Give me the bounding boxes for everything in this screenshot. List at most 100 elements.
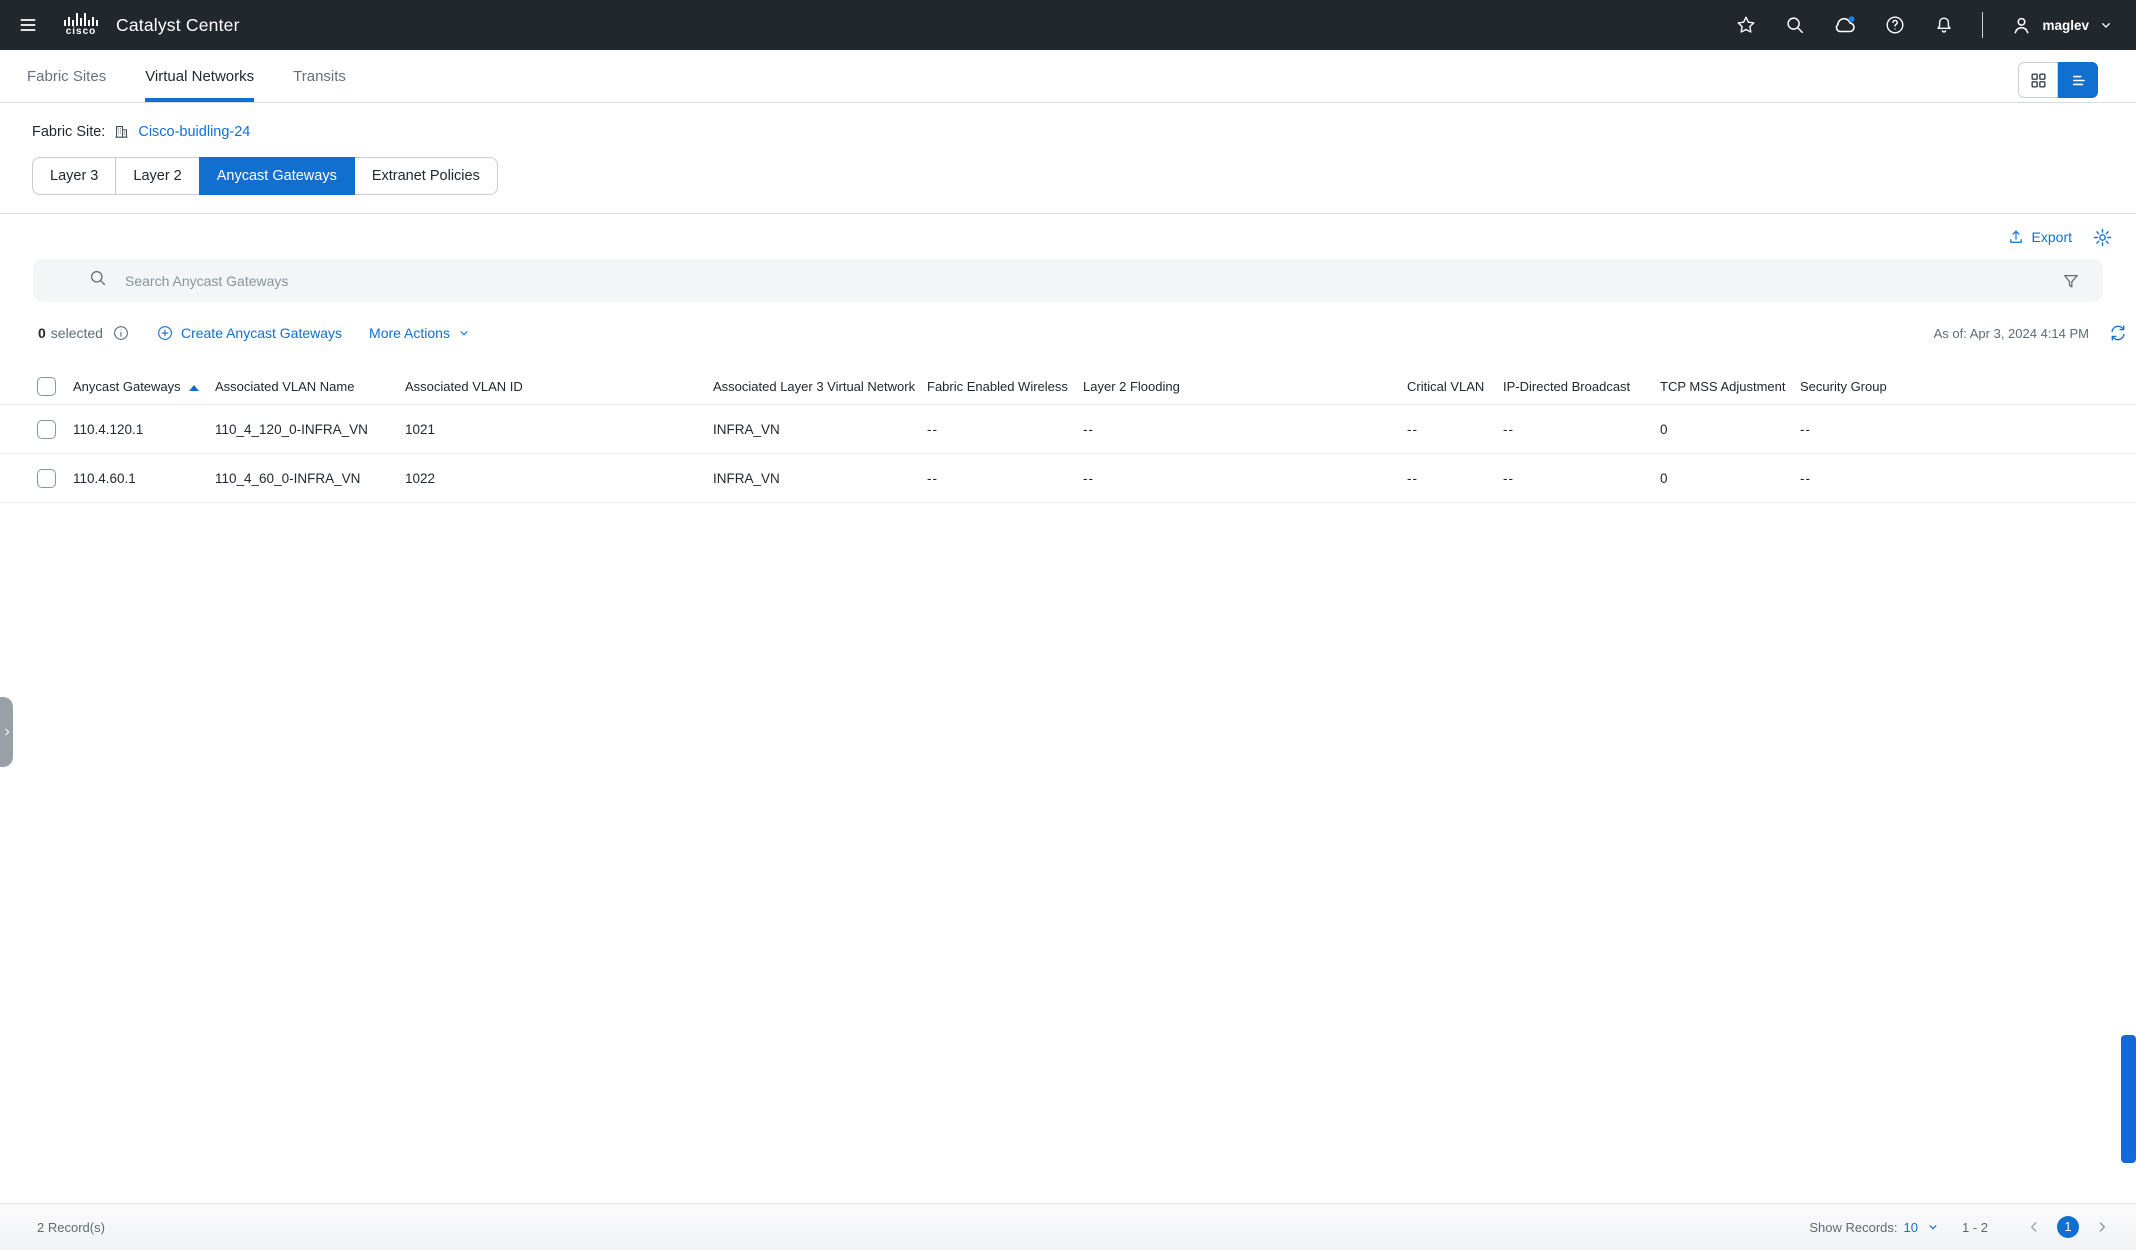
search-input-magnifier-icon xyxy=(88,268,108,293)
cell-l3-vn: INFRA_VN xyxy=(713,404,927,454)
tab-virtual-networks[interactable]: Virtual Networks xyxy=(145,50,255,102)
cloud-badge-dot xyxy=(1849,16,1856,23)
header-divider xyxy=(1982,12,1984,38)
column-header-layer2-flooding[interactable]: Layer 2 Flooding xyxy=(1083,368,1407,405)
column-header-fabric-enabled-wireless[interactable]: Fabric Enabled Wireless xyxy=(927,368,1083,405)
tab-extranet-policies[interactable]: Extranet Policies xyxy=(353,157,498,195)
cell-anycast-gateway: 110.4.60.1 xyxy=(73,453,215,503)
cell-security-group: -- xyxy=(1800,404,2136,454)
export-button[interactable]: Export xyxy=(2007,228,2072,246)
more-actions-label: More Actions xyxy=(369,325,450,341)
search-bar xyxy=(33,259,2103,302)
layer-tab-group: Layer 3 Layer 2 Anycast Gateways Extrane… xyxy=(32,157,2136,195)
info-icon[interactable] xyxy=(112,324,130,342)
create-anycast-gateways-label: Create Anycast Gateways xyxy=(180,325,343,341)
cell-tcp-mss: 0 xyxy=(1660,453,1800,503)
cisco-logo-bars xyxy=(64,13,98,26)
column-header-associated-l3-vn[interactable]: Associated Layer 3 Virtual Network xyxy=(713,368,927,405)
column-header-anycast-gateways[interactable]: Anycast Gateways xyxy=(73,368,215,405)
cell-vlan-id: 1021 xyxy=(405,404,713,454)
anycast-gateways-table: Anycast Gateways Associated VLAN Name As… xyxy=(0,368,2136,503)
row-checkbox[interactable] xyxy=(37,468,56,488)
column-header-security-group[interactable]: Security Group xyxy=(1800,368,2136,405)
vertical-scrollbar-thumb[interactable] xyxy=(2121,1035,2136,1163)
cell-fabric-wireless: -- xyxy=(927,404,1083,454)
cell-vlan-name: 110_4_60_0-INFRA_VN xyxy=(215,453,405,503)
cell-ip-broadcast: -- xyxy=(1503,453,1660,503)
cell-fabric-wireless: -- xyxy=(927,453,1083,503)
username: maglev xyxy=(2042,17,2089,33)
table-header-row: Anycast Gateways Associated VLAN Name As… xyxy=(0,368,2136,405)
selected-label: selected xyxy=(50,325,103,341)
cell-security-group: -- xyxy=(1800,453,2136,503)
menu-icon[interactable] xyxy=(18,15,38,35)
cell-tcp-mss: 0 xyxy=(1660,404,1800,454)
user-menu[interactable]: maglev xyxy=(2010,14,2114,37)
page-number-button[interactable]: 1 xyxy=(2057,1216,2079,1238)
left-panel-expander[interactable] xyxy=(0,697,13,767)
table-toolbar: Export xyxy=(0,214,2136,249)
selected-count: 0 xyxy=(38,325,46,341)
page-size-chevron-down-icon[interactable] xyxy=(1926,1220,1940,1234)
view-toggle xyxy=(2018,62,2098,98)
catalyst-center-app: cisco Catalyst Center maglev Fabric Site… xyxy=(0,0,2136,1250)
help-icon[interactable] xyxy=(1884,14,1906,36)
export-icon xyxy=(2007,228,2025,246)
column-header-associated-vlan-id[interactable]: Associated VLAN ID xyxy=(405,368,713,405)
refresh-icon[interactable] xyxy=(2108,323,2128,343)
fabric-site-label: Fabric Site: xyxy=(32,123,106,140)
tab-transits[interactable]: Transits xyxy=(293,50,346,102)
table-row: 110.4.60.1 110_4_60_0-INFRA_VN 1022 INFR… xyxy=(0,453,2136,503)
cisco-logo: cisco xyxy=(64,13,98,37)
show-records-label: Show Records: xyxy=(1809,1219,1898,1235)
cell-anycast-gateway: 110.4.120.1 xyxy=(73,404,215,454)
cell-critical-vlan: -- xyxy=(1407,404,1503,454)
table-action-row: 0 selected Create Anycast Gateways More … xyxy=(38,322,2128,344)
filter-funnel-icon[interactable] xyxy=(2061,271,2081,291)
fabric-site-link[interactable]: Cisco-buidling-24 xyxy=(138,124,250,140)
next-page-chevron-icon[interactable] xyxy=(2094,1219,2110,1235)
export-label: Export xyxy=(2031,229,2072,245)
cell-l3-vn: INFRA_VN xyxy=(713,453,927,503)
cloud-status-icon[interactable] xyxy=(1833,13,1857,37)
user-avatar-icon xyxy=(2010,14,2033,37)
tab-anycast-gateways[interactable]: Anycast Gateways xyxy=(198,157,355,195)
column-header-tcp-mss-adjustment[interactable]: TCP MSS Adjustment xyxy=(1660,368,1800,405)
chevron-right-icon xyxy=(4,728,9,736)
notifications-bell-icon[interactable] xyxy=(1933,14,1955,36)
cell-vlan-name: 110_4_120_0-INFRA_VN xyxy=(215,404,405,454)
column-header-ip-directed-broadcast[interactable]: IP-Directed Broadcast xyxy=(1503,368,1660,405)
table-settings-gear-icon[interactable] xyxy=(2092,227,2113,248)
tab-layer-2[interactable]: Layer 2 xyxy=(115,157,200,195)
sort-ascending-icon xyxy=(188,384,199,391)
cisco-brand-text: cisco xyxy=(65,26,97,37)
previous-page-chevron-icon[interactable] xyxy=(2026,1219,2042,1235)
select-all-checkbox[interactable] xyxy=(37,376,56,396)
list-view-icon[interactable] xyxy=(2058,62,2098,98)
search-input[interactable] xyxy=(123,271,2061,290)
cell-vlan-id: 1022 xyxy=(405,453,713,503)
primary-nav-tabs: Fabric Sites Virtual Networks Transits xyxy=(0,50,2136,103)
cell-l2-flooding: -- xyxy=(1083,404,1407,454)
favorites-star-icon[interactable] xyxy=(1735,14,1757,36)
building-icon xyxy=(113,123,130,140)
fabric-site-row: Fabric Site: Cisco-buidling-24 xyxy=(32,123,2136,140)
more-actions-button[interactable]: More Actions xyxy=(369,325,471,341)
pagination: Show Records: 10 1 - 2 1 xyxy=(1809,1216,2110,1238)
table-footer: 2 Record(s) Show Records: 10 1 - 2 1 xyxy=(0,1203,2136,1250)
column-header-associated-vlan-name[interactable]: Associated VLAN Name xyxy=(215,368,405,405)
record-count: 2 Record(s) xyxy=(37,1219,105,1235)
tab-fabric-sites[interactable]: Fabric Sites xyxy=(27,50,106,102)
page-size-value[interactable]: 10 xyxy=(1904,1220,1918,1235)
grid-view-icon[interactable] xyxy=(2018,62,2058,98)
as-of-timestamp: As of: Apr 3, 2024 4:14 PM xyxy=(1933,325,2089,341)
cell-l2-flooding: -- xyxy=(1083,453,1407,503)
column-header-critical-vlan[interactable]: Critical VLAN xyxy=(1407,368,1503,405)
create-anycast-gateways-button[interactable]: Create Anycast Gateways xyxy=(156,324,342,342)
search-icon[interactable] xyxy=(1784,14,1806,36)
record-range: 1 - 2 xyxy=(1961,1219,1988,1235)
main-content: Fabric Site: Cisco-buidling-24 Layer 3 L… xyxy=(0,123,2136,503)
tab-layer-3[interactable]: Layer 3 xyxy=(32,157,117,195)
row-checkbox[interactable] xyxy=(37,419,56,439)
cell-critical-vlan: -- xyxy=(1407,453,1503,503)
